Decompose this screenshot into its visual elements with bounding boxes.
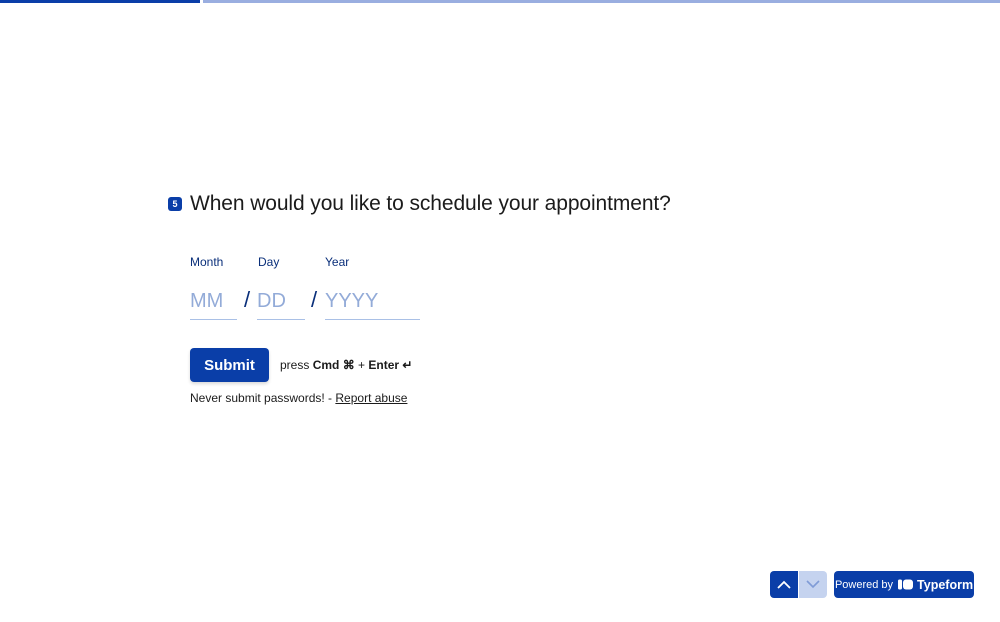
hint-plus: + [358,358,366,372]
hint-cmd-key: Cmd ⌘ [312,358,355,372]
date-separator: / [311,287,318,312]
keyboard-hint: press Cmd ⌘ + Enter ↵ [280,358,412,372]
submit-button[interactable]: Submit [190,348,269,382]
powered-by-typeform-badge[interactable]: Powered by Typeform [834,571,974,598]
month-input[interactable] [190,283,237,320]
next-question-button[interactable] [799,571,827,598]
progress-bar-fill [0,0,200,3]
warning-text: Never submit passwords! - [190,391,333,405]
report-abuse-link[interactable]: Report abuse [335,391,407,405]
year-input[interactable] [325,283,420,320]
powered-by-text: Powered by [834,578,894,591]
typeform-brand: Typeform [917,577,974,592]
chevron-up-icon [777,580,791,589]
password-warning: Never submit passwords! - Report abuse [190,391,407,405]
hint-enter-key: Enter ↵ [368,358,413,372]
date-separator: / [244,287,251,312]
day-label: Day [258,255,280,269]
hint-prefix: press [280,358,310,372]
progress-divider [200,0,203,3]
chevron-down-icon [806,580,820,589]
year-label: Year [325,255,350,269]
previous-question-button[interactable] [770,571,798,598]
typeform-logo-icon [898,579,914,590]
typeform-page: 5 When would you like to schedule your a… [0,0,1000,622]
question-number-badge: 5 [168,197,182,211]
progress-bar [0,0,1000,3]
month-label: Month [190,255,224,269]
question-header: 5 When would you like to schedule your a… [168,192,671,216]
question-title: When would you like to schedule your app… [190,192,671,215]
day-input[interactable] [257,283,305,320]
